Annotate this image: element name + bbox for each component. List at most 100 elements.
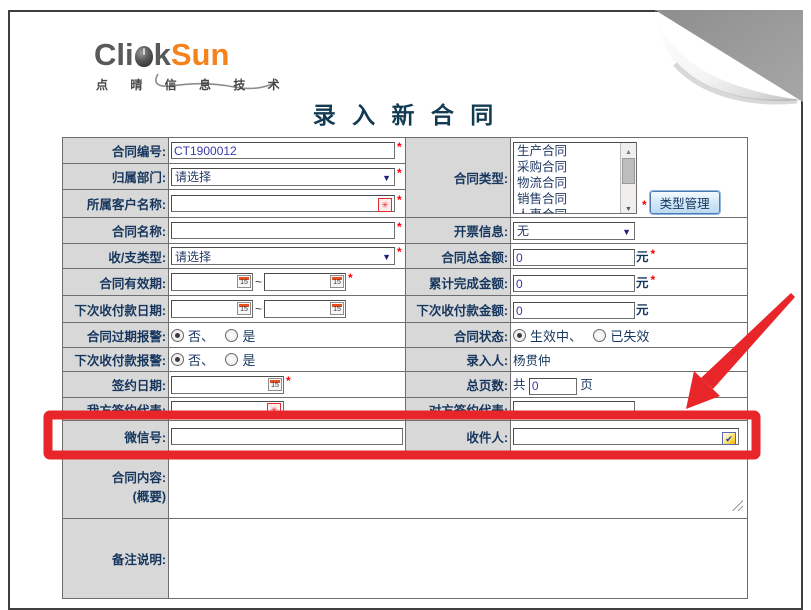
status-expired-radio[interactable] [593,329,606,342]
other-representative-label: 对方签约代表: [429,404,508,418]
unit-label: 元 [636,276,649,290]
remarks-label: 备注说明: [112,553,166,567]
page-title: 录 入 新 合 同 [8,96,803,130]
invoice-info-value: 无 [517,222,529,239]
contract-content-sublabel: (概要) [65,486,166,505]
pages-prefix: 共 [513,378,526,392]
recipient-input[interactable] [513,428,739,445]
contract-content-label: 合同内容: [65,467,166,486]
expire-alarm-no-radio[interactable] [171,329,184,342]
calendar-icon[interactable] [330,302,344,315]
contract-content-area[interactable] [169,453,748,519]
listbox-scrollbar[interactable] [620,143,636,213]
scrollbar-thumb[interactable] [622,158,635,184]
status-active-radio[interactable] [513,329,526,342]
valid-from-input[interactable] [171,273,253,291]
wechat-input[interactable] [171,428,403,445]
listbox-option[interactable]: 人事合同 [514,207,636,214]
listbox-option[interactable]: 生产合同 [514,143,636,159]
valid-to-input[interactable] [264,273,346,291]
entry-person-value: 杨贯仲 [513,354,551,368]
scroll-up-icon[interactable] [621,143,636,156]
invoice-info-select[interactable]: 无 [513,222,635,240]
calendar-icon[interactable] [237,275,251,288]
required-asterisk: * [651,273,656,287]
logo-text-pre: Cli [94,37,134,72]
chevron-down-icon [382,249,391,263]
required-asterisk: * [651,247,656,261]
customer-picker-icon[interactable] [378,198,392,212]
unit-label: 元 [636,303,649,317]
mouse-icon [135,46,153,67]
calendar-icon[interactable] [330,275,344,288]
valid-period-label: 合同有效期: [99,277,166,291]
total-pages-input[interactable] [529,378,577,395]
radio-label: 是 [242,329,255,344]
chevron-down-icon [622,224,631,238]
logo-subtitle: 点 晴 信 息 技 术 [96,76,289,93]
next-payment-to-input[interactable] [264,300,346,318]
type-manage-button[interactable]: 类型管理 [650,191,720,214]
department-select-value: 请选择 [175,168,211,185]
resize-grip[interactable] [731,499,743,511]
chevron-down-icon [382,170,391,184]
other-representative-input[interactable] [513,401,635,418]
calendar-icon[interactable] [237,302,251,315]
range-separator: ~ [255,302,262,316]
next-payment-alarm-label: 下次收付款报警: [74,354,166,368]
pages-suffix: 页 [580,378,593,392]
remarks-area[interactable] [169,519,748,599]
customer-name-input[interactable] [171,195,395,212]
sign-date-label: 签约日期: [112,379,166,393]
payment-alarm-yes-radio[interactable] [225,353,238,366]
calendar-icon[interactable] [268,378,282,391]
contract-form-table: 合同编号: * 合同类型: 生产合同 采购合同 物流合同 销售合同 人事合同 [62,137,748,599]
expire-alarm-label: 合同过期报警: [87,330,166,344]
our-representative-label: 我方签约代表: [87,404,166,418]
contract-type-listbox[interactable]: 生产合同 采购合同 物流合同 销售合同 人事合同 [513,142,637,214]
recipient-label: 收件人: [466,431,508,445]
entry-person-label: 录入人: [466,354,508,368]
next-payment-from-input[interactable] [171,300,253,318]
customer-name-label: 所属客户名称: [87,198,166,212]
required-asterisk: * [348,271,353,285]
logo-text-sun: Sun [171,37,230,72]
radio-label: 已失效 [610,329,649,344]
total-amount-input[interactable] [513,249,635,266]
range-separator: ~ [255,275,262,289]
completed-amount-label: 累计完成金额: [429,277,508,291]
next-payment-amount-label: 下次收付款金额: [416,304,508,318]
contract-name-input[interactable] [171,222,395,239]
required-asterisk: * [397,166,402,180]
listbox-option[interactable]: 销售合同 [514,191,636,207]
contract-no-label: 合同编号: [112,145,166,159]
recipient-picker-icon[interactable] [722,432,736,445]
unit-label: 元 [636,250,649,264]
department-select[interactable]: 请选择 [171,168,395,186]
listbox-option[interactable]: 采购合同 [514,159,636,175]
income-type-label: 收/支类型: [108,251,166,265]
required-asterisk: * [642,198,647,212]
total-amount-label: 合同总金额: [441,251,508,265]
payment-alarm-no-radio[interactable] [171,353,184,366]
representative-picker-icon[interactable] [267,403,281,417]
sign-date-input[interactable] [171,376,284,394]
completed-amount-input[interactable] [513,275,635,292]
next-payment-amount-input[interactable] [513,302,635,319]
total-pages-label: 总页数: [466,379,508,393]
required-asterisk: * [397,220,402,234]
contract-name-label: 合同名称: [112,225,166,239]
required-asterisk: * [286,374,291,388]
clicksun-logo: ClikSun [94,38,229,72]
radio-label: 否、 [188,353,214,368]
scroll-down-icon[interactable] [621,200,636,213]
expire-alarm-yes-radio[interactable] [225,329,238,342]
listbox-option[interactable]: 物流合同 [514,175,636,191]
radio-label: 生效中、 [530,329,582,344]
department-label: 归属部门: [112,171,166,185]
contract-no-input[interactable] [171,142,395,159]
radio-label: 否、 [188,329,214,344]
income-type-select[interactable]: 请选择 [171,247,395,265]
required-asterisk: * [397,245,402,259]
required-asterisk: * [397,193,402,207]
